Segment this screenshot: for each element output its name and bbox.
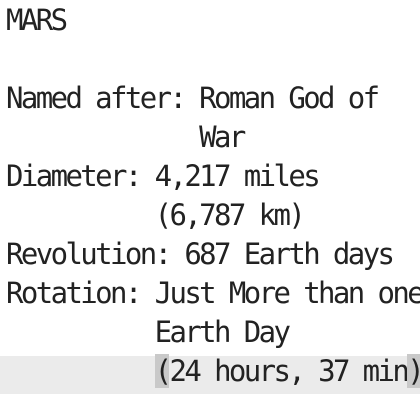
rotation-line-1: Rotation: Just More than one [6, 276, 420, 310]
diameter-line-1: Diameter: 4,217 miles [6, 159, 321, 193]
named-after-line-1: Named after: Roman God of [6, 81, 380, 115]
open-paren-match: ( [154, 354, 172, 388]
rotation-line-3-indent [6, 354, 155, 388]
revolution-line: Revolution: 687 Earth days [6, 237, 395, 271]
rotation-line-3-body: 24 hours, 37 min [169, 354, 409, 388]
rotation-line-2: Earth Day [6, 315, 291, 349]
text-editor[interactable]: MARS Named after: Roman God of War Diame… [0, 0, 420, 420]
title-line: MARS [6, 3, 68, 37]
diameter-line-2: (6,787 km) [6, 198, 306, 232]
close-paren-match: ) [407, 354, 420, 388]
rotation-line-3[interactable]: (24 hours, 37 min) [6, 352, 420, 391]
named-after-line-2: War [6, 120, 246, 154]
